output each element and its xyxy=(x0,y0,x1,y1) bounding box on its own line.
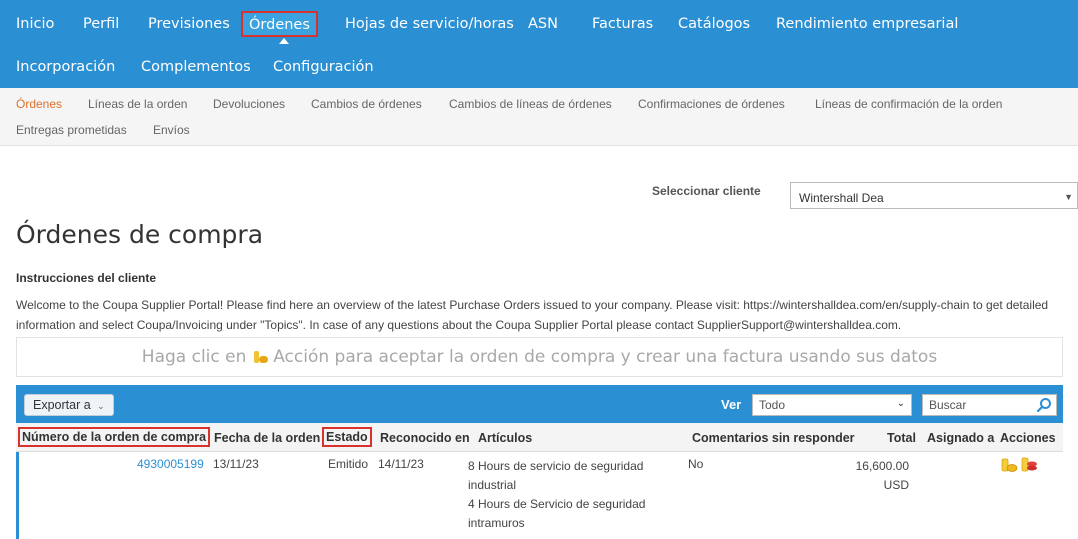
search-placeholder: Buscar xyxy=(929,398,967,412)
chevron-down-icon: ⌄ xyxy=(97,401,105,411)
select-client-label: Seleccionar cliente xyxy=(652,184,761,198)
page-title: Órdenes de compra xyxy=(16,220,264,249)
nav-item-asn[interactable]: ASN xyxy=(528,6,558,42)
table-row: 4930005199 13/11/23 Emitido 14/11/23 8 H… xyxy=(16,452,1063,539)
nav-item-hojas-servicio[interactable]: Hojas de servicio/horas xyxy=(345,6,514,42)
nav-item-catalogos[interactable]: Catálogos xyxy=(678,6,750,42)
nav-item-ordenes[interactable]: Órdenes xyxy=(241,11,318,37)
coins-icon xyxy=(252,350,268,364)
column-header-total[interactable]: Total xyxy=(887,431,916,445)
view-filter-label: Ver xyxy=(721,397,742,412)
view-filter-select[interactable]: Todo ⌄ xyxy=(752,394,912,416)
instructions-title: Instrucciones del cliente xyxy=(16,271,157,285)
column-header-assigned[interactable]: Asignado a xyxy=(927,431,994,445)
column-header-order-date[interactable]: Fecha de la orden xyxy=(214,431,320,445)
export-button-label: Exportar a xyxy=(33,398,91,412)
client-select[interactable]: Wintershall Dea ▼ xyxy=(790,182,1078,209)
order-total: 16,600.00 USD xyxy=(849,457,909,495)
order-item-line: 8 Hours de servicio de seguridad industr… xyxy=(468,459,644,492)
nav-item-previsiones[interactable]: Previsiones xyxy=(148,6,230,42)
nav-item-perfil[interactable]: Perfil xyxy=(83,6,119,42)
nav-item-inicio[interactable]: Inicio xyxy=(16,6,54,42)
order-items: 8 Hours de servicio de seguridad industr… xyxy=(468,457,690,533)
column-header-po-number[interactable]: Número de la orden de compra xyxy=(18,427,211,447)
search-input[interactable]: Buscar xyxy=(922,394,1057,416)
subnav-lineas-confirmacion[interactable]: Líneas de confirmación de la orden xyxy=(815,97,1002,111)
column-header-status[interactable]: Estado xyxy=(322,427,372,447)
order-item-line: 4 Hours de Servicio de seguridad intramu… xyxy=(468,497,646,530)
acknowledged-date: 14/11/23 xyxy=(378,457,424,471)
order-total-currency: USD xyxy=(883,478,909,492)
column-header-items[interactable]: Artículos xyxy=(478,431,532,445)
po-number-link[interactable]: 4930005199 xyxy=(137,457,204,471)
order-status: Emitido xyxy=(328,457,369,471)
client-select-value: Wintershall Dea xyxy=(799,191,884,205)
subnav-confirmaciones[interactable]: Confirmaciones de órdenes xyxy=(638,97,785,111)
nav-item-complementos[interactable]: Complementos xyxy=(141,49,251,85)
action-hint-banner: Haga clic en Acción para aceptar la orde… xyxy=(16,337,1063,377)
unanswered-comments: No xyxy=(688,457,704,471)
create-invoice-red-coins-icon[interactable] xyxy=(1020,457,1038,473)
subnav-lineas-orden[interactable]: Líneas de la orden xyxy=(88,97,187,111)
column-header-acknowledged[interactable]: Reconocido en xyxy=(380,431,470,445)
banner-text-after: Acción para aceptar la orden de compra y… xyxy=(273,347,938,367)
create-invoice-coins-icon[interactable] xyxy=(1000,457,1018,473)
search-icon[interactable] xyxy=(1036,397,1052,413)
subnav-ordenes[interactable]: Órdenes xyxy=(16,97,62,111)
table-toolbar: Exportar a ⌄ Ver Todo ⌄ Buscar xyxy=(16,385,1063,423)
view-filter-value: Todo xyxy=(759,398,786,412)
chevron-down-icon: ▼ xyxy=(1064,192,1073,202)
subnav-devoluciones[interactable]: Devoluciones xyxy=(213,97,285,111)
column-header-comments[interactable]: Comentarios sin responder xyxy=(692,431,855,445)
subnav-cambios-lineas[interactable]: Cambios de líneas de órdenes xyxy=(449,97,612,111)
export-button[interactable]: Exportar a ⌄ xyxy=(24,394,114,416)
instructions-text: Welcome to the Coupa Supplier Portal! Pl… xyxy=(16,298,1049,332)
nav-item-configuracion[interactable]: Configuración xyxy=(273,49,374,85)
order-date: 13/11/23 xyxy=(213,457,259,471)
column-header-actions: Acciones xyxy=(1000,431,1056,445)
active-indicator-icon xyxy=(279,38,289,44)
sub-navigation: Órdenes Líneas de la orden Devoluciones … xyxy=(0,88,1078,146)
subnav-cambios-ordenes[interactable]: Cambios de órdenes xyxy=(311,97,422,111)
subnav-envios[interactable]: Envíos xyxy=(153,123,190,137)
chevron-down-icon: ⌄ xyxy=(896,398,905,409)
table-header: Número de la orden de compra Fecha de la… xyxy=(16,423,1063,452)
banner-text-before: Haga clic en xyxy=(141,347,247,367)
nav-item-rendimiento[interactable]: Rendimiento empresarial xyxy=(776,6,958,42)
nav-item-incorporacion[interactable]: Incorporación xyxy=(16,49,115,85)
order-total-amount: 16,600.00 xyxy=(855,459,909,473)
top-navigation: Inicio Perfil Previsiones Órdenes Hojas … xyxy=(0,0,1078,88)
nav-item-facturas[interactable]: Facturas xyxy=(592,6,653,42)
subnav-entregas-prometidas[interactable]: Entregas prometidas xyxy=(16,123,127,137)
